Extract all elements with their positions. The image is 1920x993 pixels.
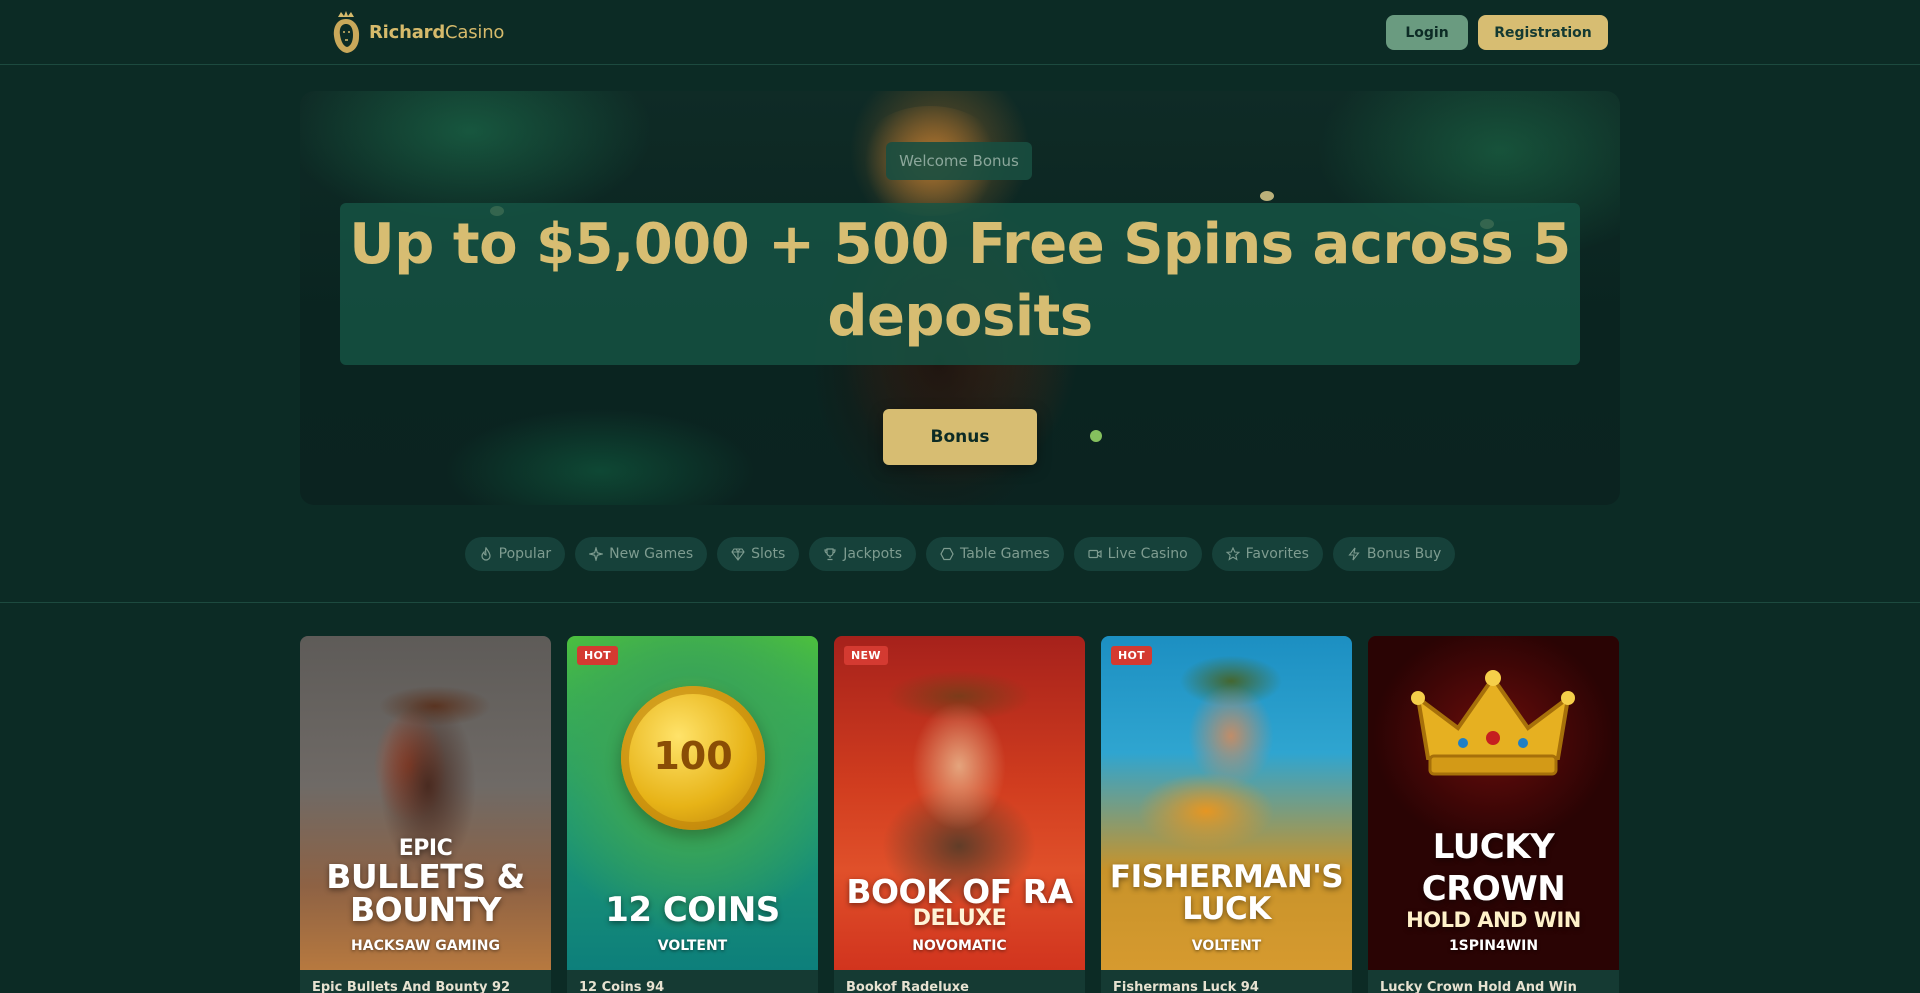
welcome-bonus-banner: Welcome Bonus Up to $5,000 + 500 Free Sp… (300, 91, 1620, 505)
game-thumbnail: BOOK OF RA DELUXE NOVOMATIC (834, 636, 1085, 970)
welcome-bonus-label: Welcome Bonus (886, 142, 1032, 180)
game-art-title: FISHERMAN'S LUCK (1101, 861, 1352, 925)
banner-lamp (1260, 191, 1274, 201)
brand-name: RichardCasino (369, 22, 504, 43)
category-label: Table Games (960, 546, 1050, 562)
hexagon-icon (940, 547, 954, 561)
game-thumbnail: FISHERMAN'S LUCK VOLTENT (1101, 636, 1352, 970)
game-thumbnail: EPIC BULLETS & BOUNTY HACKSAW GAMING (300, 636, 551, 970)
game-art-title-line: CROWN (1421, 869, 1566, 909)
game-title: Bookof Radeluxe (834, 970, 1085, 993)
game-art-title-line: FISHERMAN'S (1109, 859, 1344, 895)
bonus-title: Up to $5,000 + 500 Free Spins across 5 d… (340, 209, 1580, 353)
game-thumbnail: LUCKY CROWN HOLD AND WIN 1SPIN4WIN (1368, 636, 1619, 970)
category-popular[interactable]: Popular (464, 537, 566, 571)
game-art-provider: 1SPIN4WIN (1448, 938, 1539, 954)
category-label: New Games (609, 546, 694, 562)
category-label: Jackpots (843, 546, 902, 562)
game-art-title: LUCKY CROWN (1368, 826, 1619, 910)
category-label: Live Casino (1107, 546, 1188, 562)
banner-glow (1090, 430, 1102, 442)
hot-badge: HOT (1111, 646, 1152, 665)
diamond-icon (731, 548, 745, 561)
trophy-icon (824, 548, 836, 561)
game-title: Fishermans Luck 94 (1101, 970, 1352, 993)
game-art-provider: VOLTENT (1191, 938, 1262, 954)
category-filter-bar: Popular New Games Slots Jackpots Table G… (0, 537, 1920, 571)
game-art-provider: VOLTENT (657, 938, 728, 954)
bolt-icon (1348, 547, 1360, 561)
coin-value: 100 (653, 734, 733, 778)
brand-name-bold: Richard (369, 22, 446, 43)
brand-logo[interactable]: RichardCasino (329, 10, 504, 55)
category-live-casino[interactable]: Live Casino (1073, 537, 1202, 571)
bonus-title-line-2: deposits (827, 284, 1093, 349)
sparkle-icon (589, 547, 604, 561)
category-jackpots[interactable]: Jackpots (809, 537, 916, 571)
new-badge: NEW (844, 646, 888, 665)
game-title: Epic Bullets And Bounty 92 (300, 970, 551, 993)
game-card[interactable]: EPIC BULLETS & BOUNTY HACKSAW GAMING Epi… (300, 636, 551, 993)
category-bonus-buy[interactable]: Bonus Buy (1332, 537, 1456, 571)
game-art-title-line: BOUNTY (349, 890, 502, 929)
category-label: Favorites (1245, 546, 1309, 562)
game-card[interactable]: LUCKY CROWN HOLD AND WIN 1SPIN4WIN Lucky… (1368, 636, 1619, 993)
game-art-title-line: LUCKY (1432, 827, 1555, 867)
bonus-button[interactable]: Bonus (883, 409, 1037, 465)
login-button[interactable]: Login (1386, 15, 1468, 50)
game-title: 12 Coins 94 (567, 970, 818, 993)
game-thumbnail: 100 12 COINS VOLTENT (567, 636, 818, 970)
video-icon (1088, 549, 1102, 559)
game-card[interactable]: FISHERMAN'S LUCK VOLTENT HOT Fishermans … (1101, 636, 1352, 993)
star-icon (1225, 547, 1240, 561)
game-card[interactable]: BOOK OF RA DELUXE NOVOMATIC NEW Bookof R… (834, 636, 1085, 993)
game-art-title-line: BULLETS & (326, 857, 525, 896)
game-art-title: BULLETS & BOUNTY (300, 860, 551, 926)
bonus-title-line-1: Up to $5,000 + 500 Free Spins across 5 (349, 212, 1571, 277)
game-card[interactable]: 100 12 COINS VOLTENT HOT 12 Coins 94 (567, 636, 818, 993)
game-title: Lucky Crown Hold And Win (1368, 970, 1619, 993)
site-header: RichardCasino Login Registration (0, 0, 1920, 65)
game-art-subtitle: DELUXE (912, 906, 1007, 931)
game-art-title: 12 COINS (605, 890, 780, 930)
category-label: Bonus Buy (1366, 546, 1442, 562)
category-new-games[interactable]: New Games (575, 537, 708, 571)
registration-button[interactable]: Registration (1478, 15, 1608, 50)
game-art-provider: NOVOMATIC (912, 938, 1007, 954)
lion-crown-logo-icon (333, 11, 360, 53)
category-label: Popular (498, 546, 552, 562)
category-favorites[interactable]: Favorites (1211, 537, 1323, 571)
game-art-provider: HACKSAW GAMING (351, 938, 500, 954)
category-label: Slots (751, 546, 786, 562)
crown-icon (1411, 670, 1575, 776)
game-art-title-line: LUCK (1182, 891, 1271, 927)
flame-icon (481, 547, 491, 561)
brand-name-light: Casino (445, 22, 505, 43)
category-table-games[interactable]: Table Games (926, 537, 1064, 571)
category-slots[interactable]: Slots (717, 537, 800, 571)
game-art-subtitle: HOLD AND WIN (1406, 908, 1581, 932)
hot-badge: HOT (577, 646, 618, 665)
section-divider (0, 602, 1920, 603)
